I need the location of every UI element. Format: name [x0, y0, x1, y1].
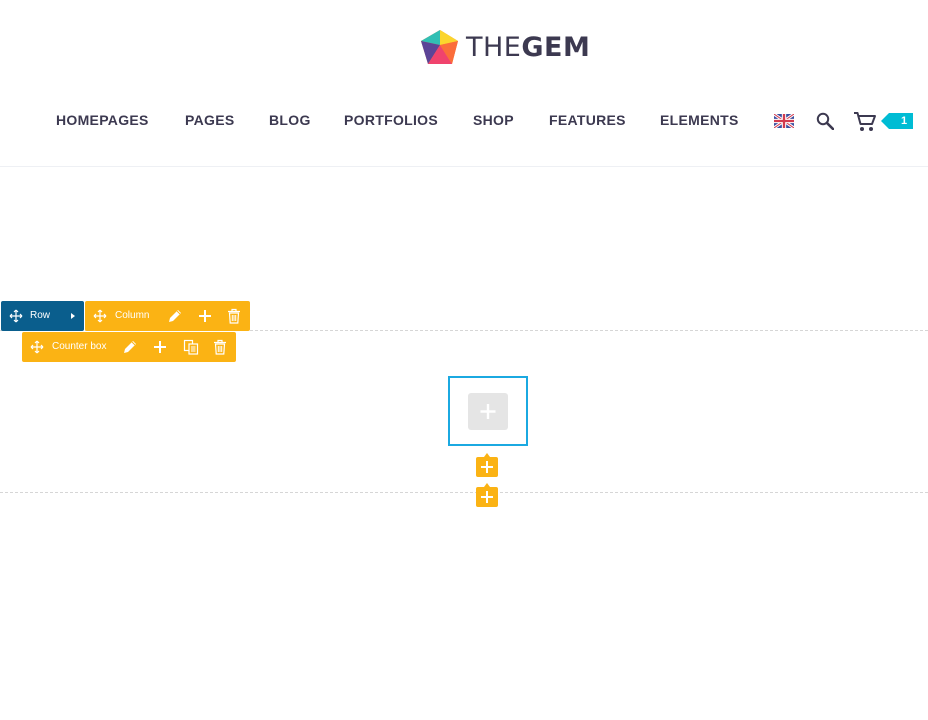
nav-item-elements[interactable]: ELEMENTS [660, 108, 739, 132]
logo-text-bold: GEM [521, 31, 591, 63]
counter-box-delete-trash-icon[interactable] [212, 339, 228, 355]
column-edit-pencil-icon[interactable] [167, 308, 183, 324]
search-icon[interactable] [816, 112, 835, 131]
nav-item-pages[interactable]: PAGES [185, 108, 234, 132]
column-controls: Column [85, 301, 250, 331]
counter-box-label: Counter box [52, 341, 107, 352]
cart-count: 1 [900, 115, 908, 127]
cart-icon[interactable] [853, 111, 877, 132]
uk-flag-icon[interactable] [773, 112, 795, 130]
header-divider [0, 166, 928, 167]
column-add-icon[interactable] [197, 308, 213, 324]
nav-item-blog[interactable]: BLOG [269, 108, 311, 132]
column-label: Column [115, 310, 150, 321]
site-logo[interactable]: THEGEM [420, 28, 590, 66]
column-delete-trash-icon[interactable] [226, 308, 242, 324]
add-to-column-button[interactable] [476, 453, 498, 477]
add-to-row-button[interactable] [476, 483, 498, 507]
row-move-icon[interactable] [8, 308, 24, 324]
row-controls: Row [1, 301, 84, 331]
counter-box-move-icon[interactable] [29, 339, 45, 355]
plus-icon [481, 491, 493, 503]
plus-icon [481, 461, 493, 473]
logo-text: THEGEM [466, 34, 590, 61]
counter-box-clone-icon[interactable] [183, 339, 199, 355]
counter-box-add-icon[interactable] [152, 339, 168, 355]
counter-box-edit-pencil-icon[interactable] [122, 339, 138, 355]
column-move-icon[interactable] [92, 308, 108, 324]
plus-icon [480, 404, 496, 419]
nav-item-portfolios[interactable]: PORTFOLIOS [344, 108, 438, 132]
gem-logo-icon [421, 30, 458, 64]
logo-text-thin: THE [466, 31, 522, 63]
row-label: Row [30, 310, 51, 321]
nav-item-features[interactable]: FEATURES [549, 108, 626, 132]
nav-item-shop[interactable]: SHOP [473, 108, 514, 132]
add-element-button[interactable] [468, 393, 508, 430]
row-expand-arrow-icon[interactable] [66, 308, 82, 324]
row-bottom-guide [0, 492, 928, 493]
counter-box-controls: Counter box [22, 332, 236, 362]
counter-box-placeholder[interactable] [448, 376, 528, 446]
nav-item-homepages[interactable]: HOMEPAGES [56, 108, 149, 132]
